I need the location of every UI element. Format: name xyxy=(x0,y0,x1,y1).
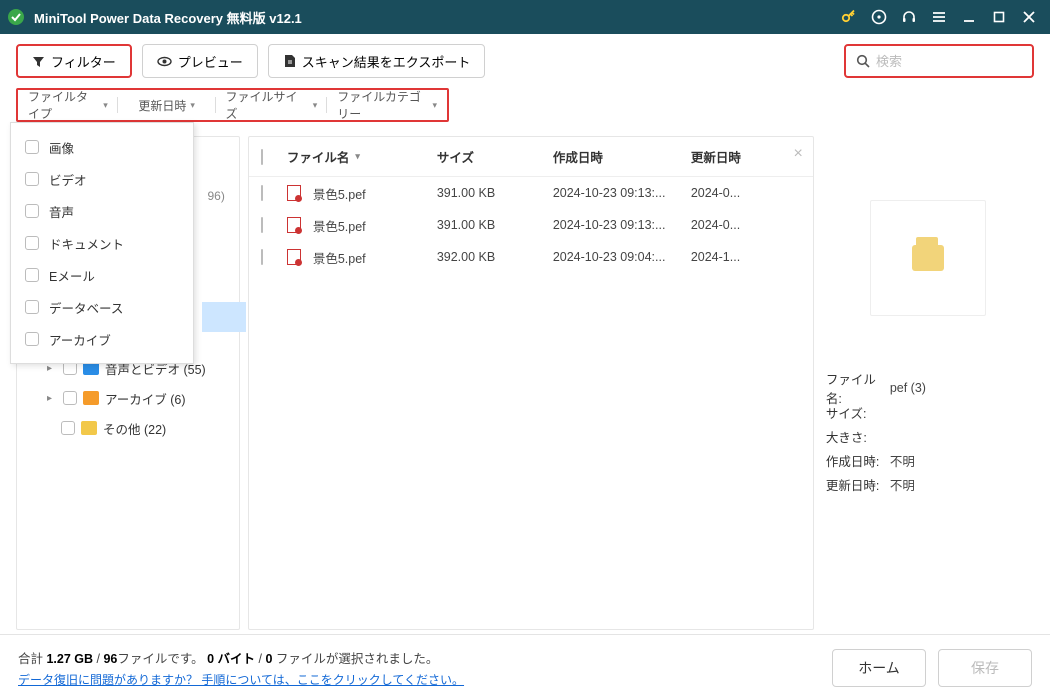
row-checkbox[interactable] xyxy=(261,249,263,265)
checkbox[interactable] xyxy=(25,300,39,314)
table-body: 景色5.pef 391.00 KB 2024-10-23 09:13:... 2… xyxy=(249,177,813,629)
meta-key-mod: 更新日時: xyxy=(826,475,890,494)
dd-item-email[interactable]: Eメール xyxy=(11,259,193,291)
preview-meta: ファイル名:pef (3) サイズ: 大きさ: 作成日時:不明 更新日時:不明 xyxy=(822,376,1034,496)
checkbox[interactable] xyxy=(25,204,39,218)
chevron-down-icon: ▾ xyxy=(432,100,437,111)
filter-icon xyxy=(32,55,45,68)
chevron-down-icon: ▾ xyxy=(190,100,195,111)
meta-val-mod: 不明 xyxy=(890,475,915,494)
meta-key-size: サイズ: xyxy=(826,403,890,422)
filetype-dropdown: 画像 ビデオ 音声 ドキュメント Eメール データベース アーカイブ xyxy=(10,122,194,364)
export-icon xyxy=(283,54,296,68)
file-icon xyxy=(287,217,301,233)
col-header-modified[interactable]: 更新日時 xyxy=(691,147,801,166)
table-row[interactable]: 景色5.pef 391.00 KB 2024-10-23 09:13:... 2… xyxy=(249,177,813,209)
footer: 合計 1.27 GB / 96ファイルです。 0 バイト / 0 ファイルが選択… xyxy=(0,634,1050,700)
select-all-checkbox[interactable] xyxy=(261,149,263,165)
dd-item-archive[interactable]: アーカイブ xyxy=(11,323,193,355)
filter-tab-category[interactable]: ファイルカテゴリー▾ xyxy=(327,90,447,120)
titlebar: MiniTool Power Data Recovery 無料版 v12.1 xyxy=(0,0,1050,34)
row-checkbox[interactable] xyxy=(261,217,263,233)
checkbox[interactable] xyxy=(25,140,39,154)
footer-status: 合計 1.27 GB / 96ファイルです。 0 バイト / 0 ファイルが選択… xyxy=(18,648,464,688)
checkbox[interactable] xyxy=(61,421,75,435)
checkbox[interactable] xyxy=(25,268,39,282)
table-row[interactable]: 景色5.pef 392.00 KB 2024-10-23 09:04:... 2… xyxy=(249,241,813,273)
tree-item-archive[interactable]: ▸ アーカイブ (6) xyxy=(17,383,239,413)
meta-key-name: ファイル名: xyxy=(826,369,890,407)
file-icon xyxy=(287,249,301,265)
filter-tab-filesize[interactable]: ファイルサイズ▾ xyxy=(216,90,328,120)
col-header-name[interactable]: ファイル名▾ xyxy=(287,147,437,166)
toolbar: フィルター プレビュー スキャン結果をエクスポート xyxy=(0,34,1050,88)
col-header-size[interactable]: サイズ xyxy=(437,147,553,166)
app-title: MiniTool Power Data Recovery 無料版 v12.1 xyxy=(34,8,302,27)
table-row[interactable]: 景色5.pef 391.00 KB 2024-10-23 09:13:... 2… xyxy=(249,209,813,241)
tree-selection-highlight xyxy=(202,302,246,332)
tree-item-other[interactable]: その他 (22) xyxy=(17,413,239,443)
filter-label: フィルター xyxy=(51,52,116,71)
filter-tab-modified[interactable]: 更新日時▾ xyxy=(118,90,216,120)
dd-item-image[interactable]: 画像 xyxy=(11,131,193,163)
minimize-icon[interactable] xyxy=(954,2,984,32)
filter-tabs: ファイルタイプ▾ 更新日時▾ ファイルサイズ▾ ファイルカテゴリー▾ xyxy=(16,88,449,122)
save-button[interactable]: 保存 xyxy=(938,649,1032,687)
chevron-down-icon: ▾ xyxy=(313,100,318,111)
checkbox[interactable] xyxy=(25,236,39,250)
export-button[interactable]: スキャン結果をエクスポート xyxy=(268,44,486,78)
app-window: MiniTool Power Data Recovery 無料版 v12.1 フ… xyxy=(0,0,1050,700)
export-label: スキャン結果をエクスポート xyxy=(302,52,471,71)
file-icon xyxy=(287,185,301,201)
file-list-panel: × ファイル名▾ サイズ 作成日時 更新日時 景色5.pef 391.00 KB… xyxy=(248,136,814,630)
col-header-created[interactable]: 作成日時 xyxy=(553,147,691,166)
sort-desc-icon: ▾ xyxy=(355,151,360,162)
row-checkbox[interactable] xyxy=(261,185,263,201)
maximize-icon[interactable] xyxy=(984,2,1014,32)
preview-label: プレビュー xyxy=(178,52,243,71)
preview-button[interactable]: プレビュー xyxy=(142,44,258,78)
folder-icon xyxy=(83,391,99,405)
meta-key-created: 作成日時: xyxy=(826,451,890,470)
folder-icon xyxy=(912,245,944,271)
eye-icon xyxy=(157,55,172,68)
main-area: 画像 ビデオ 音声 ドキュメント Eメール データベース アーカイブ 96) p… xyxy=(0,130,1050,634)
checkbox[interactable] xyxy=(25,332,39,346)
key-icon[interactable] xyxy=(834,2,864,32)
checkbox[interactable] xyxy=(63,391,77,405)
table-header: ファイル名▾ サイズ 作成日時 更新日時 xyxy=(249,137,813,177)
close-icon[interactable] xyxy=(1014,2,1044,32)
search-input[interactable] xyxy=(876,54,1022,69)
chevron-right-icon[interactable]: ▸ xyxy=(47,393,57,404)
search-icon xyxy=(856,54,870,68)
chevron-down-icon: ▾ xyxy=(103,100,108,111)
help-link[interactable]: データ復旧に問題がありますか？ 手順については、ここをクリックしてください。 xyxy=(18,671,464,688)
app-logo-icon xyxy=(6,7,26,27)
dd-item-document[interactable]: ドキュメント xyxy=(11,227,193,259)
menu-icon[interactable] xyxy=(924,2,954,32)
search-box[interactable] xyxy=(844,44,1034,78)
dd-item-audio[interactable]: 音声 xyxy=(11,195,193,227)
preview-thumbnail xyxy=(870,200,986,316)
filter-tab-filetype[interactable]: ファイルタイプ▾ xyxy=(18,90,118,120)
filter-button[interactable]: フィルター xyxy=(16,44,132,78)
checkbox[interactable] xyxy=(25,172,39,186)
meta-val-created: 不明 xyxy=(890,451,915,470)
chevron-right-icon[interactable]: ▸ xyxy=(47,363,57,374)
disc-icon[interactable] xyxy=(864,2,894,32)
dd-item-database[interactable]: データベース xyxy=(11,291,193,323)
meta-key-dim: 大きさ: xyxy=(826,427,890,446)
dd-item-video[interactable]: ビデオ xyxy=(11,163,193,195)
preview-panel: ファイル名:pef (3) サイズ: 大きさ: 作成日時:不明 更新日時:不明 xyxy=(822,136,1034,630)
home-button[interactable]: ホーム xyxy=(832,649,926,687)
folder-icon xyxy=(81,421,97,435)
headphones-icon[interactable] xyxy=(894,2,924,32)
meta-val-name: pef (3) xyxy=(890,381,926,395)
close-panel-icon[interactable]: × xyxy=(793,145,802,163)
